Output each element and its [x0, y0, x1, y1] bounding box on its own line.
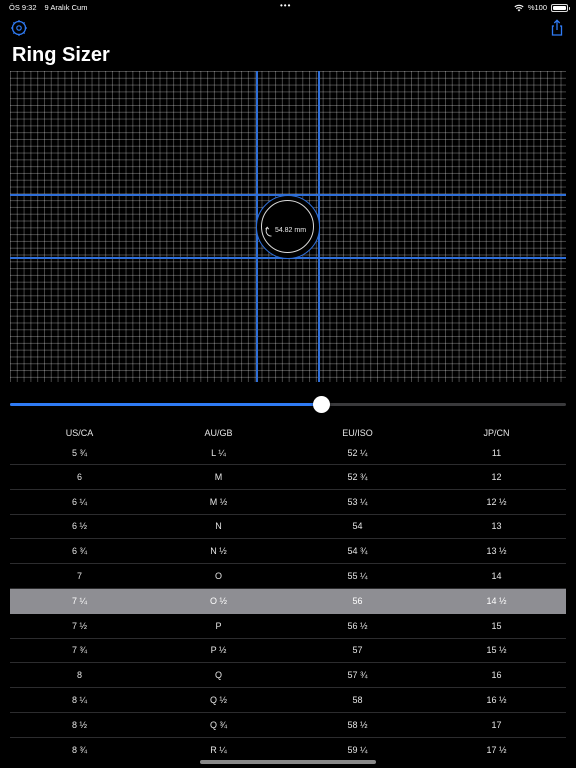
table-cell: 17 ½: [486, 745, 507, 756]
table-cell: L ¼: [211, 447, 226, 458]
table-row[interactable]: 6 ¼ M ½ 53 ¼ 12 ½: [10, 490, 566, 515]
table-cell: 13 ½: [486, 546, 507, 557]
table-cell: 8 ¾: [71, 745, 87, 756]
table-cell: Q: [214, 670, 222, 681]
table-cell: 12: [491, 471, 502, 482]
table-cell: 57: [352, 645, 363, 656]
header-au-gb: AU/GB: [204, 427, 233, 438]
table-cell: 56: [352, 595, 363, 606]
table-cell: 59 ¼: [347, 745, 368, 756]
table-cell: P: [215, 620, 222, 631]
status-time: ÖS 9:32: [9, 3, 37, 12]
table-cell: 6 ¾: [71, 546, 87, 557]
table-cell: 52 ¼: [347, 447, 368, 458]
ring-circle[interactable]: 54.82 mm: [256, 195, 320, 259]
battery-icon: [551, 3, 570, 12]
table-cell: 15 ½: [486, 645, 507, 656]
table-row[interactable]: 8 ¾ R ¼ 59 ¼ 17 ½: [10, 738, 566, 763]
size-table: US/CA AU/GB EU/ISO JP/CN 5 ¾L ¼ 52 ¼ 11 6 M 5…: [10, 424, 566, 763]
slider-fill: [10, 403, 322, 406]
table-row[interactable]: 8 Q 57 ¾ 16: [10, 663, 566, 689]
table-cell: 13: [491, 521, 502, 532]
table-cell: P ½: [210, 645, 227, 656]
header-us-ca: US/CA: [65, 427, 94, 438]
table-cell: 17: [491, 719, 502, 730]
table-cell: 14: [491, 571, 502, 582]
slider-thumb[interactable]: [313, 396, 331, 413]
table-cell: O: [214, 571, 222, 582]
table-cell: 6 ¼: [71, 496, 87, 507]
table-cell: 58: [352, 695, 363, 706]
table-cell: 6 ½: [71, 521, 87, 532]
home-indicator[interactable]: [200, 760, 376, 764]
table-row[interactable]: 7 O 55 ¼ 14: [10, 564, 566, 589]
gear-icon[interactable]: [9, 18, 29, 38]
table-row[interactable]: 7 ¾ P ½ 57 15 ½: [10, 639, 566, 664]
table-header: US/CA AU/GB EU/ISO JP/CN: [10, 424, 566, 441]
multitasking-dots[interactable]: •••: [280, 1, 291, 10]
table-cell: 56 ½: [347, 620, 368, 631]
table-cell: 11: [491, 447, 502, 458]
table-row[interactable]: 5 ¾ L ¼ 52 ¼ 11: [10, 441, 566, 465]
table-cell: 7 ½: [71, 620, 87, 631]
table-row[interactable]: 8 ½ Q ¾ 58 ½ 17: [10, 713, 566, 738]
table-cell: 6: [76, 471, 82, 482]
ring-inner-circle: 54.82 mm: [261, 200, 314, 253]
table-cell: 15: [491, 620, 502, 631]
header-eu-iso: EU/ISO: [342, 427, 373, 438]
table-cell: 55 ¼: [347, 571, 368, 582]
status-right: %100: [514, 3, 570, 12]
table-cell: N ½: [210, 546, 227, 557]
table-cell: 58 ½: [347, 719, 368, 730]
status-left: ÖS 9:32 9 Aralık Cum: [9, 3, 87, 12]
table-cell: 12 ½: [486, 496, 507, 507]
table-cell: 16: [491, 670, 502, 681]
table-cell: Q ¾: [209, 719, 227, 730]
table-cell: N: [215, 521, 222, 532]
table-row[interactable]: 6 ½ N 54 13: [10, 515, 566, 540]
table-cell: Q ½: [209, 695, 227, 706]
table-row[interactable]: 6 M 52 ¾ 12: [10, 465, 566, 490]
table-cell: 7 ¼: [71, 595, 87, 606]
measurement-grid[interactable]: 54.82 mm: [10, 71, 566, 382]
table-cell: 54: [352, 521, 363, 532]
table-cell: M: [214, 471, 223, 482]
table-cell: 7: [76, 571, 82, 582]
table-cell: O ½: [209, 595, 227, 606]
ring-diameter-label: 54.82 mm: [274, 227, 307, 234]
table-row[interactable]: 8 ¼ Q ½ 58 16 ½: [10, 688, 566, 713]
table-cell: 7 ¾: [71, 645, 87, 656]
table-cell: 54 ¾: [347, 546, 368, 557]
table-row[interactable]: 7 ¼ O ½ 56 14 ½: [10, 588, 566, 614]
table-cell: R ¼: [210, 745, 227, 756]
table-cell: 8: [76, 670, 82, 681]
status-bar: ÖS 9:32 9 Aralık Cum ••• %100: [0, 0, 576, 16]
table-cell: 14 ½: [486, 595, 507, 606]
battery-percent: %100: [527, 3, 547, 12]
status-date: 9 Aralık Cum: [44, 3, 88, 12]
table-cell: 53 ¼: [347, 496, 368, 507]
table-cell: 52 ¾: [347, 471, 368, 482]
table-row[interactable]: 7 ½ P 56 ½ 15: [10, 614, 566, 639]
table-body: 5 ¾ L ¼ 52 ¼ 11 6 M 52 ¾ 12 6 ¼ M ½ 53 ¼ 12 ½ 6 ½ N 54…: [10, 441, 566, 763]
table-cell: 8 ½: [71, 719, 87, 730]
table-cell: M ½: [209, 496, 228, 507]
table-cell: 57 ¾: [347, 670, 368, 681]
table-cell: 16 ½: [486, 695, 507, 706]
table-row[interactable]: 6 ¾ N ½ 54 ¾ 13 ½: [10, 539, 566, 565]
page-title: Ring Sizer: [12, 44, 110, 66]
table-cell: 5 ¾: [71, 447, 87, 458]
size-slider[interactable]: [10, 396, 566, 414]
share-icon[interactable]: [547, 18, 567, 38]
wifi-icon: [514, 4, 524, 11]
table-cell: 8 ¼: [71, 695, 87, 706]
header-jp-cn: JP/CN: [483, 427, 510, 438]
